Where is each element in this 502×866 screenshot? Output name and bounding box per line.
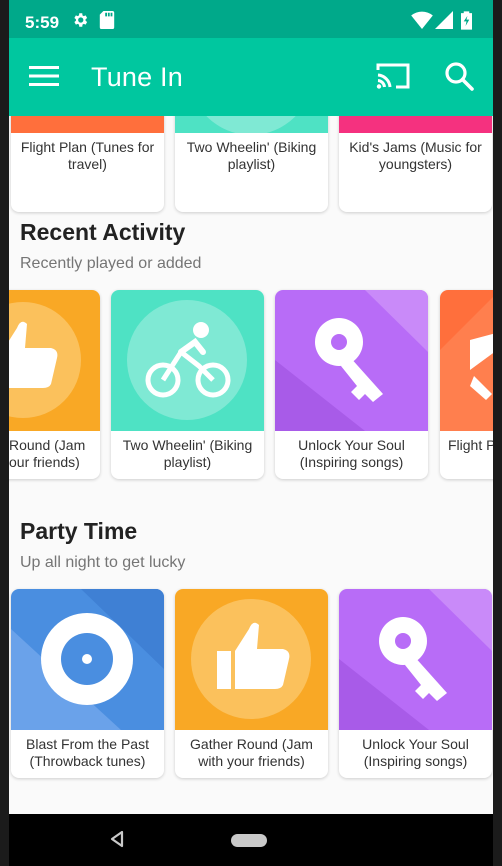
- thumbs-up-icon: [191, 599, 311, 719]
- playlist-card-kids-jams[interactable]: Kid's Jams (Music for youngsters): [339, 116, 492, 212]
- section-subtitle-recent: Recently played or added: [20, 255, 202, 272]
- playlist-card-unlock-your-soul[interactable]: Unlock Your Soul (Inspiring songs): [339, 589, 492, 778]
- card-caption-line2: (Inspiring songs): [299, 454, 404, 470]
- party-time-carousel[interactable]: Blast From the Past (Throwback tunes) Ga…: [9, 589, 493, 779]
- app-title: Tune In: [91, 62, 183, 92]
- sd-card-icon: [99, 11, 115, 34]
- card-caption: Kid's Jams (Music for youngsters): [349, 139, 482, 172]
- back-icon[interactable]: [109, 830, 125, 853]
- signal-icon: [435, 11, 453, 34]
- wifi-icon: [411, 11, 433, 34]
- card-caption-line2: (Inspiring songs): [363, 753, 468, 769]
- bike-icon: [175, 116, 328, 133]
- card-caption-line1: Unlock Your Soul: [362, 736, 469, 752]
- music-icon: [339, 116, 492, 133]
- card-caption-line2: playlist): [163, 454, 212, 470]
- content-scroll-area[interactable]: Flight Plan (Tunes for travel) Two Wheel…: [9, 116, 493, 814]
- playlist-card-blast-from-the-past[interactable]: Blast From the Past (Throwback tunes): [11, 589, 164, 778]
- card-caption-line2: our friends): [9, 454, 80, 470]
- airplane-icon: [11, 116, 164, 133]
- home-pill-button[interactable]: [231, 834, 267, 847]
- battery-icon: [461, 11, 472, 35]
- thumbs-up-icon: [9, 302, 81, 418]
- search-button[interactable]: [439, 56, 479, 96]
- settings-gear-icon: [71, 11, 89, 34]
- bike-icon: [127, 300, 247, 420]
- menu-button[interactable]: [24, 56, 64, 96]
- cast-icon: [376, 63, 410, 89]
- section-title-recent: Recent Activity: [20, 219, 186, 245]
- playlist-card-flight-plan[interactable]: Flight P: [440, 290, 493, 479]
- phone-screen: 5:59 Tune In Flight Plan (Tunes for trav…: [9, 0, 493, 866]
- playlist-card-gather-round[interactable]: Round (Jam our friends): [9, 290, 100, 479]
- playlist-card-flight-plan[interactable]: Flight Plan (Tunes for travel): [11, 116, 164, 212]
- status-bar: 5:59: [9, 0, 493, 38]
- card-caption-line1: Blast From the Past: [26, 736, 149, 752]
- card-caption: Flight Plan (Tunes for travel): [20, 139, 155, 172]
- app-bar: Tune In: [9, 38, 493, 116]
- playlist-card-gather-round[interactable]: Gather Round (Jam with your friends): [175, 589, 328, 778]
- search-icon: [445, 62, 474, 91]
- card-caption-line1: Flight P: [448, 437, 493, 453]
- system-navigation-bar: [9, 814, 493, 866]
- section-subtitle-party: Up all night to get lucky: [20, 554, 186, 571]
- key-icon: [275, 290, 428, 431]
- card-caption-line1: Unlock Your Soul: [298, 437, 405, 453]
- recent-activity-carousel[interactable]: Round (Jam our friends) Two Wheelin' (Bi…: [9, 290, 493, 480]
- card-caption-line1: Round (Jam: [9, 437, 86, 453]
- card-caption-line1: Gather Round (Jam: [190, 736, 313, 752]
- key-icon: [339, 589, 492, 730]
- playlist-card-two-wheelin[interactable]: Two Wheelin' (Biking playlist): [175, 116, 328, 212]
- vinyl-icon: [11, 589, 164, 730]
- airplane-icon: [440, 297, 493, 431]
- card-caption-line2: (Throwback tunes): [29, 753, 146, 769]
- playlist-card-two-wheelin[interactable]: Two Wheelin' (Biking playlist): [111, 290, 264, 479]
- section-title-party: Party Time: [20, 518, 138, 544]
- status-time: 5:59: [25, 13, 60, 32]
- playlist-card-unlock-your-soul[interactable]: Unlock Your Soul (Inspiring songs): [275, 290, 428, 479]
- card-caption: Two Wheelin' (Biking playlist): [186, 139, 317, 172]
- card-caption-line2: with your friends): [198, 753, 305, 769]
- cast-button[interactable]: [373, 56, 413, 96]
- card-caption-line1: Two Wheelin' (Biking: [122, 437, 253, 453]
- hamburger-menu-icon: [29, 66, 59, 86]
